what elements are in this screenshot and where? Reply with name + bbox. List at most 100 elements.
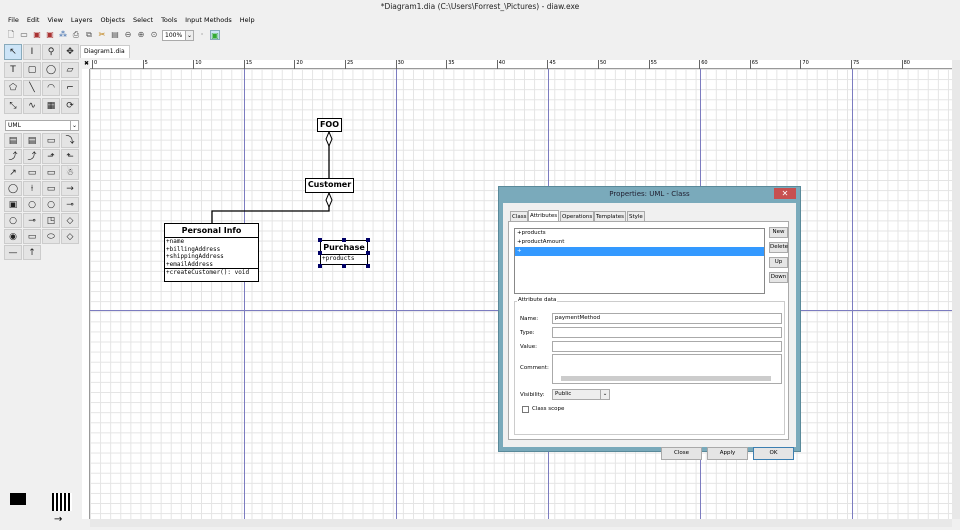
generalization-tool-icon[interactable]: ⤴ [23, 149, 41, 164]
component-feature-tool-icon[interactable]: ○ [23, 197, 41, 212]
uml-class-foo[interactable]: FOO [317, 118, 342, 132]
menu-layers[interactable]: Layers [71, 14, 93, 26]
activity-tool-icon[interactable]: ▭ [23, 229, 41, 244]
association-tool-icon[interactable]: ⬏ [42, 149, 60, 164]
transition-tool-icon[interactable]: — [4, 245, 22, 260]
type-field[interactable] [552, 327, 782, 338]
lollipop-required-tool-icon[interactable]: ⊸ [61, 197, 79, 212]
menu-tools[interactable]: Tools [161, 14, 177, 26]
selection-handle[interactable] [318, 238, 322, 242]
lollipop-provided-tool-icon[interactable]: ○ [42, 197, 60, 212]
delete-button[interactable]: Delete [769, 242, 788, 253]
ellipse-tool-icon[interactable]: ◯ [42, 62, 60, 78]
menu-view[interactable]: View [47, 14, 62, 26]
value-field[interactable] [552, 341, 782, 352]
sheet-select[interactable]: UML ⌄ [5, 120, 79, 131]
line-style-icon[interactable] [52, 493, 72, 511]
state-term-tool-icon[interactable]: ◇ [61, 229, 79, 244]
ok-button[interactable]: OK [753, 447, 794, 460]
implements-tool-icon[interactable]: ⬑ [61, 149, 79, 164]
selection-handle[interactable] [366, 251, 370, 255]
lifeline-tool-icon[interactable]: ⍿ [23, 181, 41, 196]
box-tool-icon[interactable]: ▢ [23, 62, 41, 78]
message-tool-icon[interactable]: → [61, 181, 79, 196]
selection-handle[interactable] [366, 264, 370, 268]
list-item[interactable]: +products [515, 229, 764, 238]
menu-help[interactable]: Help [240, 14, 255, 26]
tab-diagram1[interactable]: Diagram1.dia ✖ [80, 45, 130, 67]
foreground-color-swatch[interactable] [10, 493, 26, 505]
name-field[interactable]: paymentMethod [552, 313, 782, 324]
image-tool-icon[interactable]: ▦ [42, 98, 60, 114]
actor-tool-icon[interactable]: ☃ [61, 165, 79, 180]
line-tool-icon[interactable]: ╲ [23, 80, 41, 96]
save-icon[interactable]: ▣ [32, 30, 42, 40]
aggregation-line[interactable] [211, 193, 330, 223]
uml-class-personal-info[interactable]: Personal Info +name +billingAddress +shi… [164, 223, 259, 282]
print-icon[interactable]: ⎙ [71, 30, 81, 40]
class-tool-icon[interactable]: ▤ [4, 133, 22, 148]
vertical-scrollbar[interactable] [952, 60, 960, 519]
visibility-select[interactable]: Public ⌄ [552, 389, 610, 400]
arc-tool-icon[interactable]: ◠ [42, 80, 60, 96]
realizes-tool-icon[interactable]: ⤴ [4, 149, 22, 164]
component-tool-icon[interactable]: ▣ [4, 197, 22, 212]
open-icon[interactable]: ▭ [19, 30, 29, 40]
export-icon[interactable]: ⁂ [58, 30, 68, 40]
fork-tool-icon[interactable]: ⬭ [42, 229, 60, 244]
object-tool-icon[interactable]: ▭ [42, 181, 60, 196]
down-button[interactable]: Down [769, 272, 788, 283]
list-item[interactable]: +productAmount [515, 238, 764, 247]
cut-icon[interactable]: ✂ [97, 30, 107, 40]
small-package-tool-icon[interactable]: ▭ [23, 165, 41, 180]
uml-class-customer[interactable]: Customer [305, 178, 354, 193]
new-icon[interactable]: 🗋 [6, 30, 16, 40]
close-tab-icon[interactable]: ✖ [84, 60, 89, 67]
template-class-tool-icon[interactable]: ▤ [23, 133, 41, 148]
horizontal-scrollbar[interactable] [90, 519, 952, 527]
note-tool-icon[interactable]: ▭ [42, 133, 60, 148]
attribute-list[interactable]: +products +productAmount + [514, 228, 765, 294]
dependency-tool-icon[interactable]: ⤵ [61, 133, 79, 148]
object-snap-icon[interactable]: ▣ [210, 30, 220, 40]
usecase-tool-icon[interactable]: ◯ [4, 181, 22, 196]
zoom-fit-icon[interactable]: ⊙ [149, 30, 159, 40]
large-package-tool-icon[interactable]: ▭ [42, 165, 60, 180]
polygon-tool-icon[interactable]: ▱ [61, 62, 79, 78]
branch-tool-icon[interactable]: ◇ [61, 213, 79, 228]
selection-handle[interactable] [318, 251, 322, 255]
up-button[interactable]: Up [769, 257, 788, 268]
magnify-tool-icon[interactable]: ⚲ [42, 44, 60, 60]
new-button[interactable]: New [769, 227, 788, 238]
outline-tool-icon[interactable]: ⟳ [61, 98, 79, 114]
zigzag-tool-icon[interactable]: ⌐ [61, 80, 79, 96]
lollipop-left-tool-icon[interactable]: ○ [4, 213, 22, 228]
text-tool-icon[interactable]: T [4, 62, 22, 78]
bezier-tool-icon[interactable]: ∿ [23, 98, 41, 114]
dialog-close-button[interactable]: ✕ [774, 188, 796, 199]
comment-field[interactable] [552, 354, 782, 384]
menu-objects[interactable]: Objects [100, 14, 125, 26]
node-tool-icon[interactable]: ◳ [42, 213, 60, 228]
uml-class-purchase[interactable]: Purchase +products [320, 240, 368, 265]
menu-input-methods[interactable]: Input Methods [185, 14, 232, 26]
beziergon-tool-icon[interactable]: ⬠ [4, 80, 22, 96]
pointer-tool-icon[interactable]: ↖ [4, 44, 22, 60]
selection-handle[interactable] [318, 264, 322, 268]
arrow-end-icon[interactable]: → [54, 515, 62, 525]
menu-file[interactable]: File [8, 14, 19, 26]
class-scope-checkbox[interactable] [522, 406, 529, 413]
zoom-select[interactable]: 100% ⌄ [162, 29, 194, 41]
scroll-tool-icon[interactable]: ✥ [61, 44, 79, 60]
state-tool-icon[interactable]: ◉ [4, 229, 22, 244]
snap-to-grid-icon[interactable]: · [197, 30, 207, 40]
lollipop-right-tool-icon[interactable]: ⊸ [23, 213, 41, 228]
constraint-tool-icon[interactable]: ↗ [4, 165, 22, 180]
menu-edit[interactable]: Edit [27, 14, 40, 26]
uml-arrow-tool-icon[interactable]: ↑ [23, 245, 41, 260]
copy-icon[interactable]: ⧉ [84, 30, 94, 40]
text-edit-tool-icon[interactable]: I [23, 44, 41, 60]
comment-scrollbar[interactable] [561, 376, 771, 381]
paste-icon[interactable]: ▤ [110, 30, 120, 40]
apply-button[interactable]: Apply [707, 447, 748, 460]
